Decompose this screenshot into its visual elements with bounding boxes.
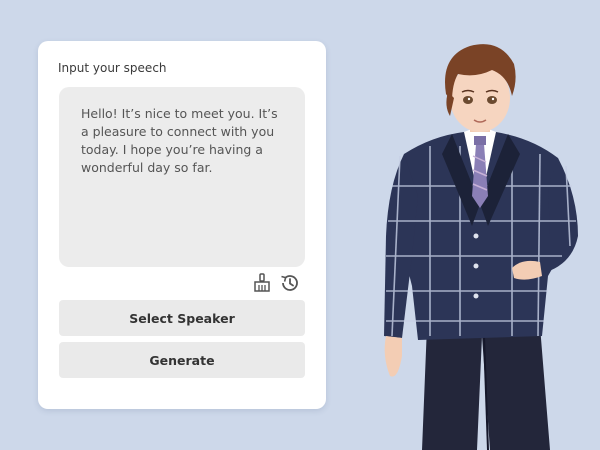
speech-input-label: Input your speech: [58, 61, 167, 75]
broom-icon[interactable]: [251, 272, 273, 294]
select-speaker-button[interactable]: Select Speaker: [59, 300, 305, 336]
speech-input-panel: Input your speech Hello! It’s nice to me…: [38, 41, 326, 409]
history-icon[interactable]: [279, 272, 301, 294]
avatar-character: [372, 36, 588, 450]
generate-button[interactable]: Generate: [59, 342, 305, 378]
speech-textarea[interactable]: Hello! It’s nice to meet you. It’s a ple…: [59, 87, 305, 267]
